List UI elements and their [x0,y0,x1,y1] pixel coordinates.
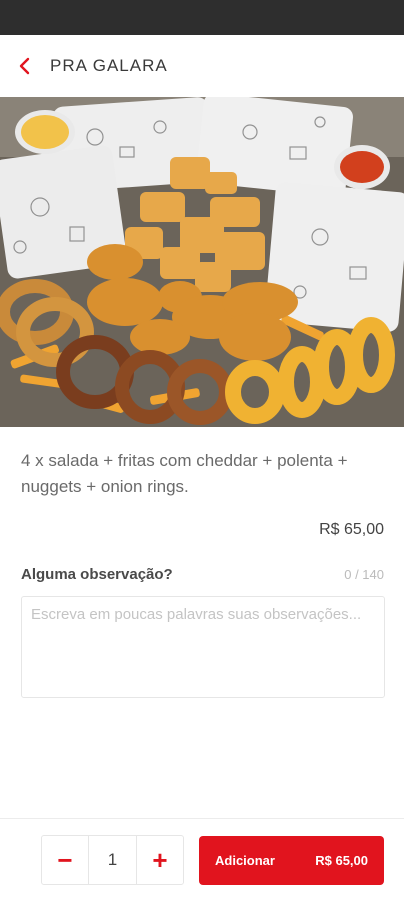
status-bar [0,0,404,35]
product-image [0,97,404,427]
decrease-quantity-button[interactable]: − [42,836,88,884]
observation-field-container [21,596,385,698]
chevron-left-icon [19,57,30,75]
observation-counter: 0 / 140 [344,567,384,582]
page-title: PRA GALARA [50,56,168,75]
add-to-cart-button[interactable]: Adicionar R$ 65,00 [199,836,384,885]
quantity-value: 1 [88,836,137,884]
observation-label: Alguma observação? [21,566,173,583]
plus-icon: + [152,844,168,875]
add-button-label: Adicionar [215,853,275,868]
minus-icon: − [57,844,73,875]
increase-quantity-button[interactable]: + [137,836,183,884]
add-button-price: R$ 65,00 [315,853,368,868]
observation-field[interactable] [22,597,384,697]
product-price: R$ 65,00 [319,521,384,538]
back-button[interactable] [0,35,50,97]
product-description: 4 x salada + fritas com cheddar + polent… [21,451,348,496]
quantity-stepper: − 1 + [41,835,184,885]
app-header: PRA GALARA [0,35,404,97]
footer-bar: − 1 + Adicionar R$ 65,00 [0,818,404,900]
